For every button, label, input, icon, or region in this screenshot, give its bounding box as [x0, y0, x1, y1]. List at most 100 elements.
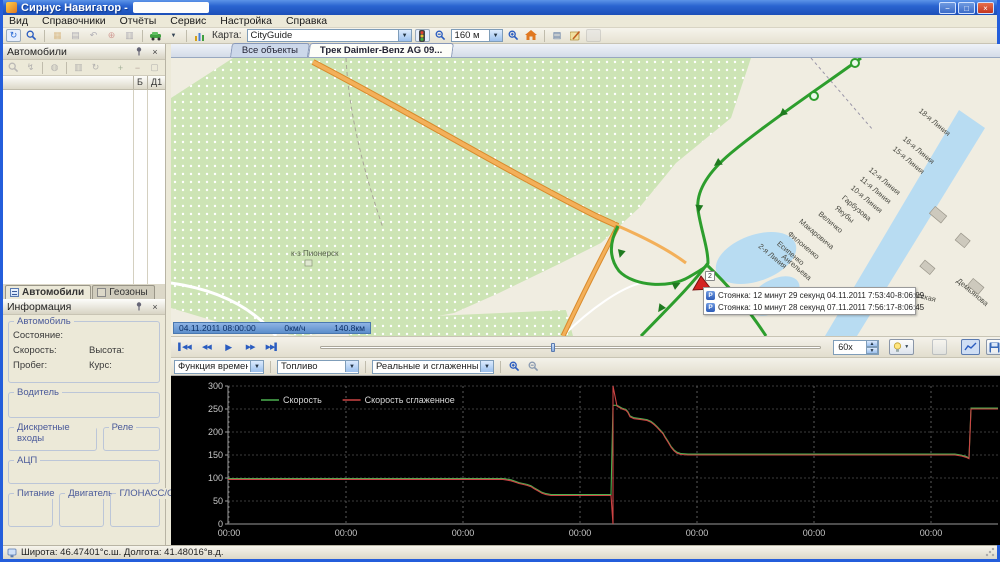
show-track-icon[interactable]: ↯ — [23, 61, 38, 74]
track-time-overlay: 04.11.2011 08:00:00 0км/ч 140.8км — [173, 322, 371, 334]
zoom-in-icon[interactable] — [506, 29, 521, 42]
select-icon[interactable]: ▦ — [50, 29, 65, 42]
slider-thumb[interactable] — [551, 343, 555, 352]
spin-down-icon[interactable]: ▼ — [866, 347, 878, 354]
home-icon[interactable] — [524, 29, 539, 42]
close-panel-icon[interactable]: × — [149, 301, 161, 313]
group-glonass: ГЛОНАСС/GPS — [110, 493, 160, 527]
menu-bar: Вид Справочники Отчёты Сервис Настройка … — [3, 15, 997, 28]
chart-toolbar: Функция времени ▼ Топливо ▼ Реальные и с… — [171, 357, 1000, 376]
pin-icon[interactable] — [133, 301, 145, 313]
close-panel-icon[interactable]: × — [149, 46, 161, 58]
refresh-icon[interactable]: ↻ — [6, 29, 21, 42]
column-d1[interactable]: Д1 — [151, 77, 162, 87]
menu-directories[interactable]: Справочники — [42, 15, 106, 27]
find-vehicle-icon[interactable] — [6, 61, 21, 74]
chart-values-select[interactable]: Реальные и сглаженные значень ▼ — [372, 360, 494, 374]
chart-zoom-in-icon[interactable] — [507, 360, 522, 373]
svg-text:00:00: 00:00 — [335, 528, 358, 538]
refresh-list-icon[interactable]: ↻ — [88, 61, 103, 74]
undo-icon[interactable]: ↶ — [86, 29, 101, 42]
highlight-track-button[interactable]: ▼ — [889, 339, 914, 355]
place-label: к-з Пионерск — [291, 249, 339, 258]
add-icon[interactable]: + — [113, 61, 128, 74]
vehicles-panel-header: Автомобили × — [3, 44, 165, 60]
stop-count-badge[interactable]: 2 — [705, 271, 715, 281]
skip-start-button[interactable]: ▌◀◀ — [175, 340, 194, 355]
spin-up-icon[interactable]: ▲ — [866, 340, 878, 347]
vehicles-panel: Автомобили × ↯ ◍ ▥ ↻ + − ▢ Б Д1 — [3, 44, 166, 545]
chart-zoom-out-icon[interactable] — [526, 360, 541, 373]
columns-select-icon[interactable]: ▢ — [147, 61, 162, 74]
vehicles-column-header[interactable]: Б Д1 — [3, 76, 165, 90]
rewind-button[interactable]: ◀◀ — [197, 340, 216, 355]
chart-parameter-select[interactable]: Топливо ▼ — [277, 360, 359, 374]
link-icon[interactable]: ⊕ — [104, 29, 119, 42]
track-position-slider[interactable] — [320, 343, 821, 352]
close-button[interactable]: × — [977, 2, 994, 14]
group-vehicle: Автомобиль Состояние: Скорость: Высота: … — [8, 321, 160, 383]
map-edit-icon[interactable] — [568, 29, 583, 42]
remove-icon[interactable]: − — [130, 61, 145, 74]
svg-text:00:00: 00:00 — [218, 528, 241, 538]
chart-mode-select[interactable]: Функция времени ▼ — [174, 360, 264, 374]
chevron-down-icon: ▼ — [904, 344, 909, 350]
pin-icon[interactable] — [133, 46, 145, 58]
tab-track[interactable]: Трек Daimler-Benz AG 09... — [308, 43, 454, 57]
group-adc: АЦП — [8, 460, 160, 484]
grid-icon[interactable]: ▤ — [68, 29, 83, 42]
vehicle-dropdown-icon[interactable]: ▼ — [166, 29, 181, 42]
minimize-button[interactable]: − — [939, 2, 956, 14]
tab-all-objects[interactable]: Все объекты — [230, 43, 310, 57]
skip-end-button[interactable]: ▶▶▌ — [263, 340, 282, 355]
scale-select[interactable]: 160 м ▼ — [451, 29, 503, 42]
vehicle-icon[interactable] — [148, 29, 163, 42]
card-icon[interactable]: ▥ — [71, 61, 86, 74]
show-chart-button[interactable] — [961, 339, 980, 355]
playback-bar: ▌◀◀ ◀◀ ▶ ▶▶ ▶▶▌ 60x ▲▼ ▼ — [171, 336, 1000, 357]
chevron-down-icon[interactable]: ▼ — [250, 361, 263, 372]
zoom-out-icon[interactable] — [433, 29, 448, 42]
menu-service[interactable]: Сервис — [170, 15, 206, 27]
columns-icon[interactable]: ▥ — [122, 29, 137, 42]
toolbar-separator — [44, 30, 45, 42]
menu-view[interactable]: Вид — [9, 15, 28, 27]
speed-chart[interactable]: 05010015020025030000:0000:0000:0000:0000… — [171, 376, 1000, 545]
extra-button[interactable] — [932, 339, 947, 355]
app-icon — [6, 2, 17, 13]
resize-grip[interactable] — [984, 546, 996, 558]
menu-settings[interactable]: Настройка — [220, 15, 272, 27]
chevron-down-icon[interactable]: ▼ — [489, 30, 502, 41]
stop-tooltip-row[interactable]: P Стоянка: 10 минут 28 секунд 07.11.2011… — [706, 301, 913, 313]
group-engine: Двигатель — [59, 493, 104, 527]
chart-bars-icon[interactable] — [192, 29, 207, 42]
maximize-button[interactable]: □ — [958, 2, 975, 14]
field-course: Курс: — [89, 360, 112, 371]
traffic-icon[interactable] — [415, 29, 430, 42]
chevron-down-icon[interactable]: ▼ — [345, 361, 358, 372]
playback-speed-spinner[interactable]: 60x ▲▼ — [833, 340, 879, 355]
menu-reports[interactable]: Отчёты — [120, 15, 157, 27]
search-icon[interactable] — [24, 29, 39, 42]
vehicles-list[interactable] — [3, 90, 165, 284]
extra-tool-icon[interactable] — [586, 29, 601, 42]
app-window: Сирнус Навигатор - − □ × Вид Справочники… — [0, 0, 1000, 562]
map-tab-bar: Все объекты Трек Daimler-Benz AG 09... — [171, 44, 1000, 58]
stop-tooltip: P Стоянка: 12 минут 29 секунд 04.11.2011… — [703, 287, 916, 315]
play-button[interactable]: ▶ — [219, 340, 238, 355]
map-combo-label: Карта: — [212, 30, 242, 41]
tab-geozones[interactable]: Геозоны — [92, 285, 155, 299]
tab-vehicles[interactable]: Автомобили — [5, 285, 91, 299]
globe-icon[interactable]: ◍ — [47, 61, 62, 74]
column-b[interactable]: Б — [137, 77, 143, 87]
legend-list-icon[interactable]: ▤ — [550, 29, 565, 42]
legend-label: Скорость сглаженное — [365, 395, 455, 405]
map-select[interactable]: CityGuide ▼ — [247, 29, 412, 42]
menu-help[interactable]: Справка — [286, 15, 327, 27]
stop-tooltip-row[interactable]: P Стоянка: 12 минут 29 секунд 04.11.2011… — [706, 289, 913, 301]
place-icon — [305, 260, 312, 266]
save-button[interactable] — [986, 339, 1000, 355]
chevron-down-icon[interactable]: ▼ — [398, 30, 411, 41]
chevron-down-icon[interactable]: ▼ — [480, 361, 493, 372]
fast-forward-button[interactable]: ▶▶ — [241, 340, 260, 355]
